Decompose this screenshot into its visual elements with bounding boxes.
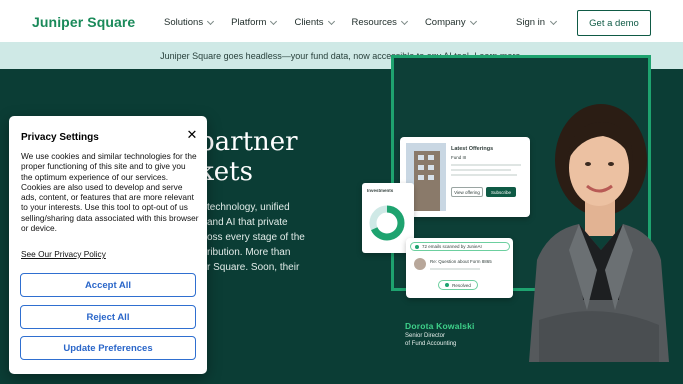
view-offering-button: View offering [451, 187, 483, 197]
menu-platform[interactable]: Platform [231, 17, 278, 28]
status-dot-icon [415, 244, 419, 249]
sign-in-menu[interactable]: Sign in [516, 17, 558, 28]
person-role-line: of Fund Accounting [405, 340, 457, 347]
update-preferences-button[interactable]: Update Preferences [20, 336, 196, 360]
resolved-text: Resolved [452, 282, 471, 288]
person-name: Dorota Kowalski [405, 321, 475, 331]
chevron-down-icon [469, 17, 477, 25]
email-scan-card: 72 emails scanned by JunieAI Re: Questio… [406, 238, 513, 298]
menu-solutions[interactable]: Solutions [164, 17, 215, 28]
headline-line: partner [198, 127, 298, 157]
main-menu: Solutions Platform Clients Resources Com… [164, 17, 494, 28]
privacy-settings-dialog: Privacy Settings ✕ We use cookies and si… [9, 116, 207, 374]
headline-line: kets [198, 157, 253, 187]
body-line: technology, unified [207, 202, 290, 213]
person-role: Senior Director of Fund Accounting [405, 333, 475, 348]
subscribe-button: Subscribe [486, 187, 516, 197]
body-line: and AI that private [207, 217, 288, 228]
reject-all-button[interactable]: Reject All [20, 305, 196, 329]
emails-scanned-text: 72 emails scanned by JunieAI [422, 244, 482, 249]
body-line: r Square. Soon, their [207, 262, 300, 273]
sign-in-label: Sign in [516, 17, 546, 28]
body-line: ribution. More than [207, 247, 291, 258]
text-line [451, 164, 521, 166]
resolved-badge: Resolved [438, 280, 478, 290]
person-nameplate: Dorota Kowalski Senior Director of Fund … [405, 321, 475, 348]
text-line [451, 169, 511, 171]
menu-label: Resources [351, 17, 397, 28]
status-dot-icon [445, 283, 450, 287]
offerings-title: Latest Offerings [451, 146, 494, 152]
investments-label: Investments [367, 188, 394, 193]
chevron-down-icon [400, 17, 408, 25]
chevron-down-icon [327, 17, 335, 25]
chevron-down-icon [270, 17, 278, 25]
privacy-description: We use cookies and similar technologies … [21, 151, 199, 234]
menu-resources[interactable]: Resources [351, 17, 408, 28]
dialog-title: Privacy Settings [21, 132, 99, 143]
chevron-down-icon [207, 17, 215, 25]
menu-clients[interactable]: Clients [294, 17, 335, 28]
hero-headline: partner kets [198, 127, 298, 187]
menu-label: Solutions [164, 17, 204, 28]
person-role-line: Senior Director [405, 333, 446, 339]
fund-label: Fund III [451, 155, 467, 160]
person-illustration [529, 104, 669, 362]
text-line [430, 268, 480, 270]
privacy-policy-link[interactable]: See Our Privacy Policy [21, 249, 106, 259]
menu-label: Company [424, 17, 466, 28]
text-line [451, 174, 517, 176]
question-subject: Re: Question about Form 8865 [430, 259, 492, 264]
menu-company[interactable]: Company [424, 17, 477, 28]
emails-scanned-pill: 72 emails scanned by JunieAI [410, 242, 510, 251]
avatar [414, 258, 426, 270]
body-line: oss every stage of the [207, 232, 305, 243]
donut-chart [369, 205, 405, 241]
get-demo-button[interactable]: Get a demo [577, 10, 651, 36]
top-nav: Juniper Square Solutions Platform Client… [0, 0, 683, 42]
chevron-down-icon [550, 17, 558, 25]
close-icon[interactable]: ✕ [185, 128, 199, 142]
menu-label: Clients [294, 17, 324, 28]
logo[interactable]: Juniper Square [32, 14, 135, 30]
menu-label: Platform [231, 17, 267, 28]
accept-all-button[interactable]: Accept All [20, 273, 196, 297]
hero-body: technology, unified and AI that private … [207, 200, 319, 275]
offerings-card: Latest Offerings Fund III View offering … [400, 137, 530, 217]
